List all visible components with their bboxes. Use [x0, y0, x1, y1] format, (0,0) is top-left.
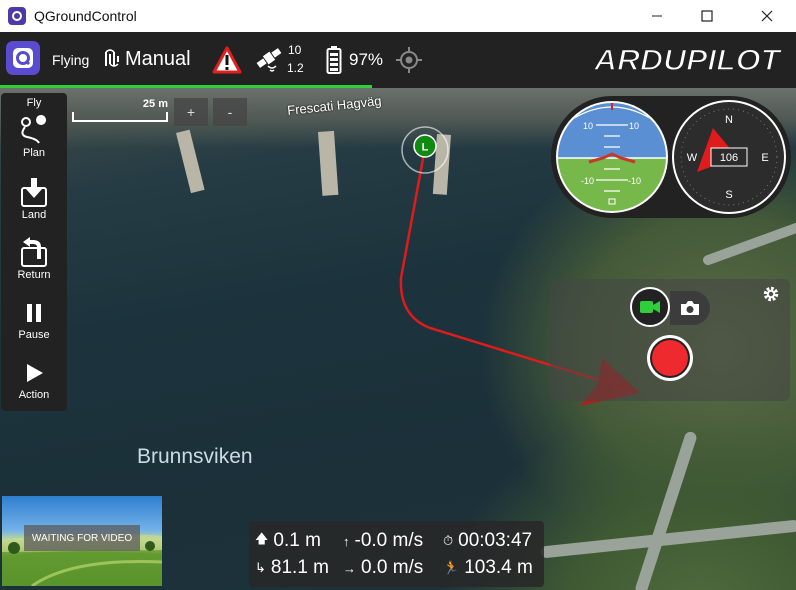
window-title-bar: QGroundControl: [0, 0, 796, 32]
land-icon: [21, 178, 47, 207]
left-toolstrip: Fly Plan Land Return Pause Action: [1, 93, 67, 411]
toolstrip-land-label: Land: [21, 209, 47, 221]
toolstrip-action-label: Action: [18, 389, 50, 401]
map-view[interactable]: Frescati Hagväg Brunnsviken 25 m + - L F…: [0, 88, 796, 590]
video-mode-button[interactable]: [630, 287, 670, 327]
toolstrip-fly-button[interactable]: Fly: [1, 97, 67, 109]
toolstrip-plan-label: Plan: [22, 147, 46, 159]
toolstrip-fly-label: Fly: [26, 97, 42, 109]
compass-s: S: [725, 189, 732, 201]
instrument-panel[interactable]: 10 10 -10 -10 N E S W 106: [551, 96, 791, 218]
qgc-menu-button[interactable]: [6, 41, 40, 75]
arrow-up-icon: ↑: [343, 533, 350, 549]
main-toolbar: Flying Manual 10 1.2 97% ARDUPILOT: [0, 32, 796, 88]
vehicle-marker-label: L: [422, 142, 429, 154]
camera-settings-button[interactable]: [762, 285, 780, 308]
warning-icon[interactable]: [212, 46, 242, 79]
vertical-speed-text: -0.0 m/s: [354, 530, 424, 551]
rtk-crosshair-icon[interactable]: [396, 47, 422, 78]
compass-e: E: [761, 152, 768, 164]
window-title: QGroundControl: [34, 8, 137, 24]
flight-time-text: 00:03:47: [458, 530, 533, 551]
walking-person-icon: 🏃: [443, 560, 460, 575]
toolstrip-action-button[interactable]: Action: [1, 357, 67, 401]
vertical-speed-value: ↑ -0.0 m/s: [343, 530, 423, 552]
attitude-indicator: 10 10 -10 -10: [556, 101, 668, 213]
plan-icon: [21, 115, 47, 144]
compass-w: W: [687, 152, 698, 164]
vehicle-marker[interactable]: L: [400, 125, 450, 175]
gps-satellite-count: 10: [288, 43, 302, 57]
compass-heading-value: 106: [720, 152, 738, 164]
video-thumbnail[interactable]: WAITING FOR VIDEO: [2, 496, 162, 586]
play-icon: [27, 364, 43, 382]
arrow-right-icon: →: [343, 560, 356, 576]
gear-icon: [763, 286, 779, 302]
brand-text: ARDUPILOT: [593, 44, 783, 77]
stopwatch-icon: ⏱: [443, 533, 454, 548]
pitch-label: -10: [581, 176, 594, 186]
return-icon: [21, 237, 47, 267]
compass-indicator: N E S W 106: [672, 100, 786, 214]
close-button[interactable]: [742, 0, 792, 32]
toolstrip-pause-label: Pause: [18, 329, 50, 341]
pitch-label: 10: [629, 121, 639, 131]
ardupilot-logo: ARDUPILOT: [590, 40, 786, 78]
photo-camera-icon: [681, 301, 699, 315]
flight-state-label[interactable]: Flying: [52, 52, 89, 68]
pitch-label: 10: [583, 121, 593, 131]
altitude-value: 🡅 0.1 m: [255, 530, 321, 552]
qgc-logo-icon: [13, 48, 33, 68]
minimize-button[interactable]: [632, 0, 682, 32]
flight-mode-icon: [104, 48, 122, 75]
toolstrip-return-button[interactable]: Return: [1, 237, 67, 281]
turn-right-arrow-icon: ↳: [255, 560, 266, 575]
altitude-text: 0.1 m: [273, 530, 321, 551]
distance-home-text: 81.1 m: [270, 557, 329, 578]
pause-icon: [27, 304, 41, 322]
toolstrip-return-label: Return: [17, 269, 51, 281]
distance-travelled-text: 103.4 m: [464, 557, 533, 578]
gps-hdop: 1.2: [287, 61, 304, 75]
compass-n: N: [725, 114, 733, 126]
photo-mode-button[interactable]: [670, 291, 710, 325]
gps-icon[interactable]: [254, 44, 284, 81]
battery-icon[interactable]: [326, 46, 342, 79]
record-button[interactable]: [647, 335, 693, 381]
battery-percentage: 97%: [349, 50, 384, 69]
ground-speed-text: 0.0 m/s: [361, 557, 424, 578]
flight-time-value: ⏱ 00:03:47: [443, 530, 532, 552]
toolstrip-land-button[interactable]: Land: [1, 177, 67, 221]
toolstrip-pause-button[interactable]: Pause: [1, 297, 67, 341]
toolstrip-plan-button[interactable]: Plan: [1, 113, 67, 159]
maximize-button[interactable]: [682, 0, 732, 32]
pitch-label: -10: [628, 176, 641, 186]
video-camera-icon: [640, 301, 660, 313]
record-icon: [652, 340, 688, 376]
arrow-up-bold-icon: 🡅: [255, 531, 269, 546]
telemetry-panel[interactable]: 🡅 0.1 m ↑ -0.0 m/s ⏱ 00:03:47 ↳ 81.1 m → 0.0 …: [249, 521, 544, 587]
flight-mode-selector[interactable]: Manual: [125, 48, 191, 71]
video-status-label: WAITING FOR VIDEO: [24, 525, 140, 551]
ground-speed-value: → 0.0 m/s: [343, 557, 423, 579]
distance-travelled-value: 🏃 103.4 m: [443, 557, 533, 579]
qgc-app-icon: [8, 7, 26, 25]
camera-panel: [550, 279, 790, 401]
distance-home-value: ↳ 81.1 m: [255, 557, 329, 579]
